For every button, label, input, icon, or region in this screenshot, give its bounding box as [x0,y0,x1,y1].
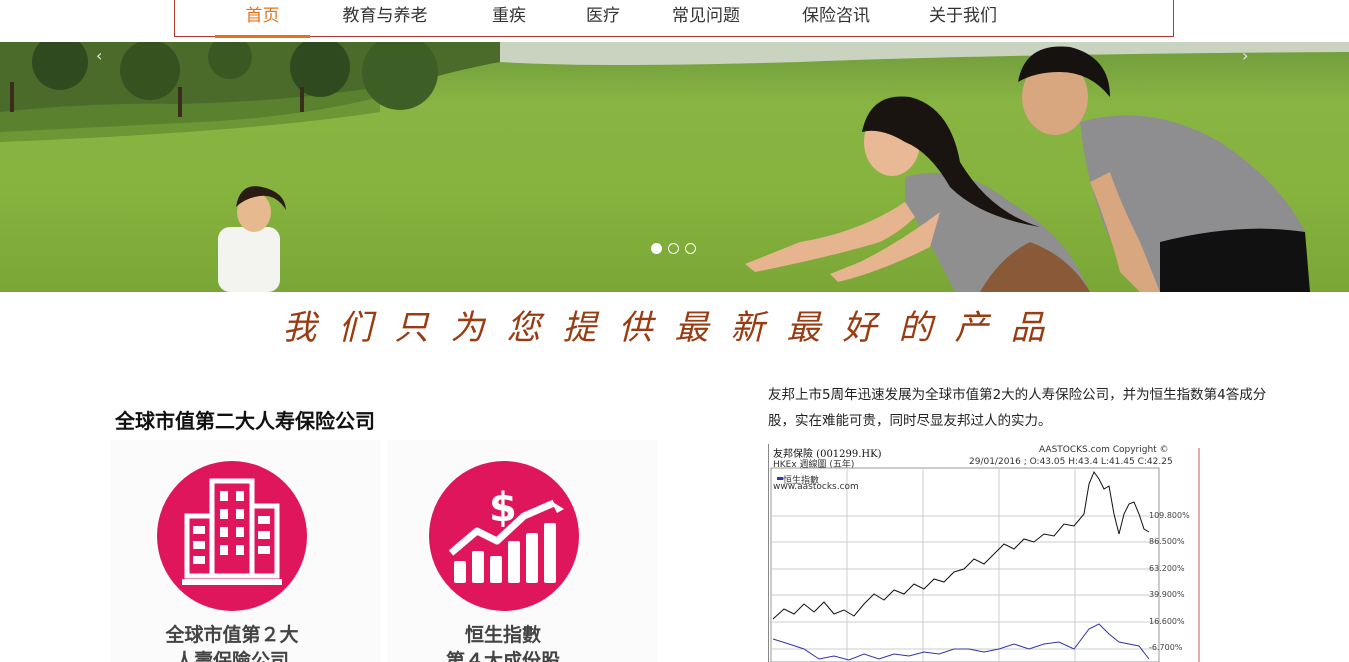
feature-label-market-cap: 全球市值第２大 人壽保險公司 [132,622,332,662]
stock-chart-plot [770,448,1200,662]
feature-line-1: 恒生指數 [464,624,541,646]
y-tick-label: 109.800% [1149,511,1190,520]
nav-item-medical[interactable]: 医疗 [567,0,639,36]
stock-chart-url: www.aastocks.com [773,482,859,492]
carousel-dot-3[interactable] [685,243,696,254]
slogan-heading: 我们只为您提供最新最好的产品 [282,308,1067,348]
carousel-dots [651,243,696,254]
carousel-next-arrow[interactable]: › [1242,46,1248,65]
company-description: 友邦上市5周年迅速发展为全球市值第2大的人寿保险公司，并为恒生指数第4答成分股，… [768,387,1267,429]
nav-item-about-us[interactable]: 关于我们 [913,0,1013,36]
family-photo [0,42,1349,292]
y-tick-label: -6.700% [1149,643,1183,652]
nav-item-faq[interactable]: 常见问题 [656,0,756,36]
feature-card-hang-seng: $ 恒生指數 第４大成份股 [388,440,658,662]
section-title: 全球市值第二大人寿保险公司 [115,409,375,433]
nav-item-critical-illness[interactable]: 重疾 [473,0,545,36]
y-tick-label: 63.200% [1149,564,1185,573]
y-tick-label: 16.600% [1149,617,1185,626]
growth-chart-icon: $ [429,461,579,611]
hero-carousel[interactable]: ‹ › [0,42,1349,292]
carousel-dot-1[interactable] [651,243,662,254]
nav-item-insurance-news[interactable]: 保险咨讯 [786,0,886,36]
top-navigation: 首页 教育与养老 重疾 医疗 常见问题 保险咨讯 关于我们 [0,0,1349,42]
carousel-dot-2[interactable] [668,243,679,254]
nav-bar: 首页 教育与养老 重疾 医疗 常见问题 保险咨讯 关于我们 [174,0,1174,38]
feature-card-market-cap: 全球市值第２大 人壽保險公司 [110,440,380,662]
carousel-prev-arrow[interactable]: ‹ [96,46,102,65]
feature-label-hang-seng: 恒生指數 第４大成份股 [403,622,603,662]
nav-item-education-pension[interactable]: 教育与养老 [315,0,455,36]
y-tick-label: 39.900% [1149,590,1185,599]
feature-line-2: 第４大成份股 [445,650,560,662]
nav-item-home[interactable]: 首页 [215,0,310,38]
feature-line-2: 人壽保險公司 [174,650,289,662]
y-tick-label: 86.500% [1149,537,1185,546]
svg-text:$: $ [489,485,517,531]
stock-chart-image: 友邦保險 (001299.HK) HKEx 週線圖 (五年) AASTOCKS.… [768,444,1200,662]
feature-line-1: 全球市值第２大 [165,624,299,646]
buildings-icon [157,461,307,611]
